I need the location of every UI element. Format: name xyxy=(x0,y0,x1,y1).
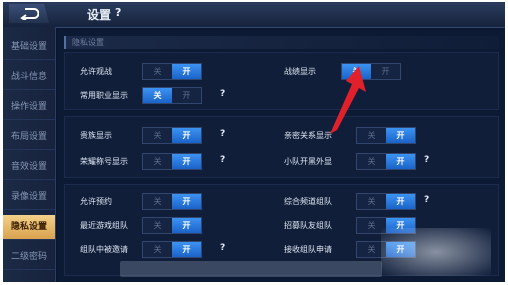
settings-window: 设置 ? 基础设置 战斗信息 操作设置 布局设置 音效设置 录像设置 隐私设置 … xyxy=(3,2,505,282)
watermark-logo xyxy=(381,228,491,276)
watermark-bar xyxy=(120,261,382,277)
